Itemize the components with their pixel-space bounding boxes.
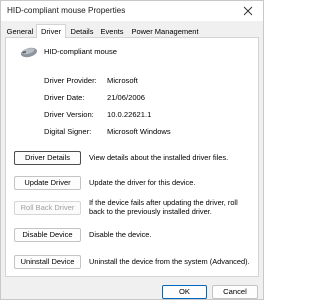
ok-button[interactable]: OK: [162, 285, 207, 299]
digital-signer-label: Digital Signer:: [44, 127, 92, 136]
roll-back-driver-description: If the device fails after updating the d…: [89, 198, 238, 216]
close-button[interactable]: [233, 1, 263, 21]
tab-details[interactable]: Details: [67, 26, 97, 37]
cancel-button[interactable]: Cancel: [212, 285, 258, 299]
update-driver-button[interactable]: Update Driver: [14, 176, 81, 190]
disable-device-button[interactable]: Disable Device: [14, 228, 81, 242]
uninstall-device-description: Uninstall the device from the system (Ad…: [89, 257, 250, 266]
window-title: HID-compliant mouse Properties: [7, 6, 126, 15]
driver-provider-label: Driver Provider:: [44, 76, 97, 85]
properties-dialog: HID-compliant mouse Properties General D…: [0, 0, 264, 300]
digital-signer-value: Microsoft Windows: [107, 127, 171, 136]
disable-device-description: Disable the device.: [89, 230, 152, 239]
driver-tab-panel: HID-compliant mouse Driver Provider: Mic…: [5, 37, 259, 277]
driver-details-button[interactable]: Driver Details: [14, 151, 81, 165]
driver-date-value: 21/06/2006: [107, 93, 146, 102]
driver-version-label: Driver Version:: [44, 110, 94, 119]
driver-details-description: View details about the installed driver …: [89, 153, 229, 162]
device-name: HID-compliant mouse: [44, 47, 118, 56]
tab-power-management[interactable]: Power Management: [126, 26, 204, 37]
driver-date-label: Driver Date:: [44, 93, 85, 102]
close-icon: [243, 6, 253, 16]
driver-provider-value: Microsoft: [107, 76, 138, 85]
tab-driver[interactable]: Driver: [36, 24, 66, 38]
title-bar: HID-compliant mouse Properties: [1, 1, 263, 21]
driver-version-value: 10.0.22621.1: [107, 110, 152, 119]
tab-events[interactable]: Events: [98, 26, 126, 37]
mouse-icon: [20, 47, 38, 58]
roll-back-driver-button[interactable]: Roll Back Driver: [14, 201, 81, 215]
tab-general[interactable]: General: [5, 26, 35, 37]
uninstall-device-button[interactable]: Uninstall Device: [14, 255, 81, 269]
update-driver-description: Update the driver for this device.: [89, 178, 196, 187]
